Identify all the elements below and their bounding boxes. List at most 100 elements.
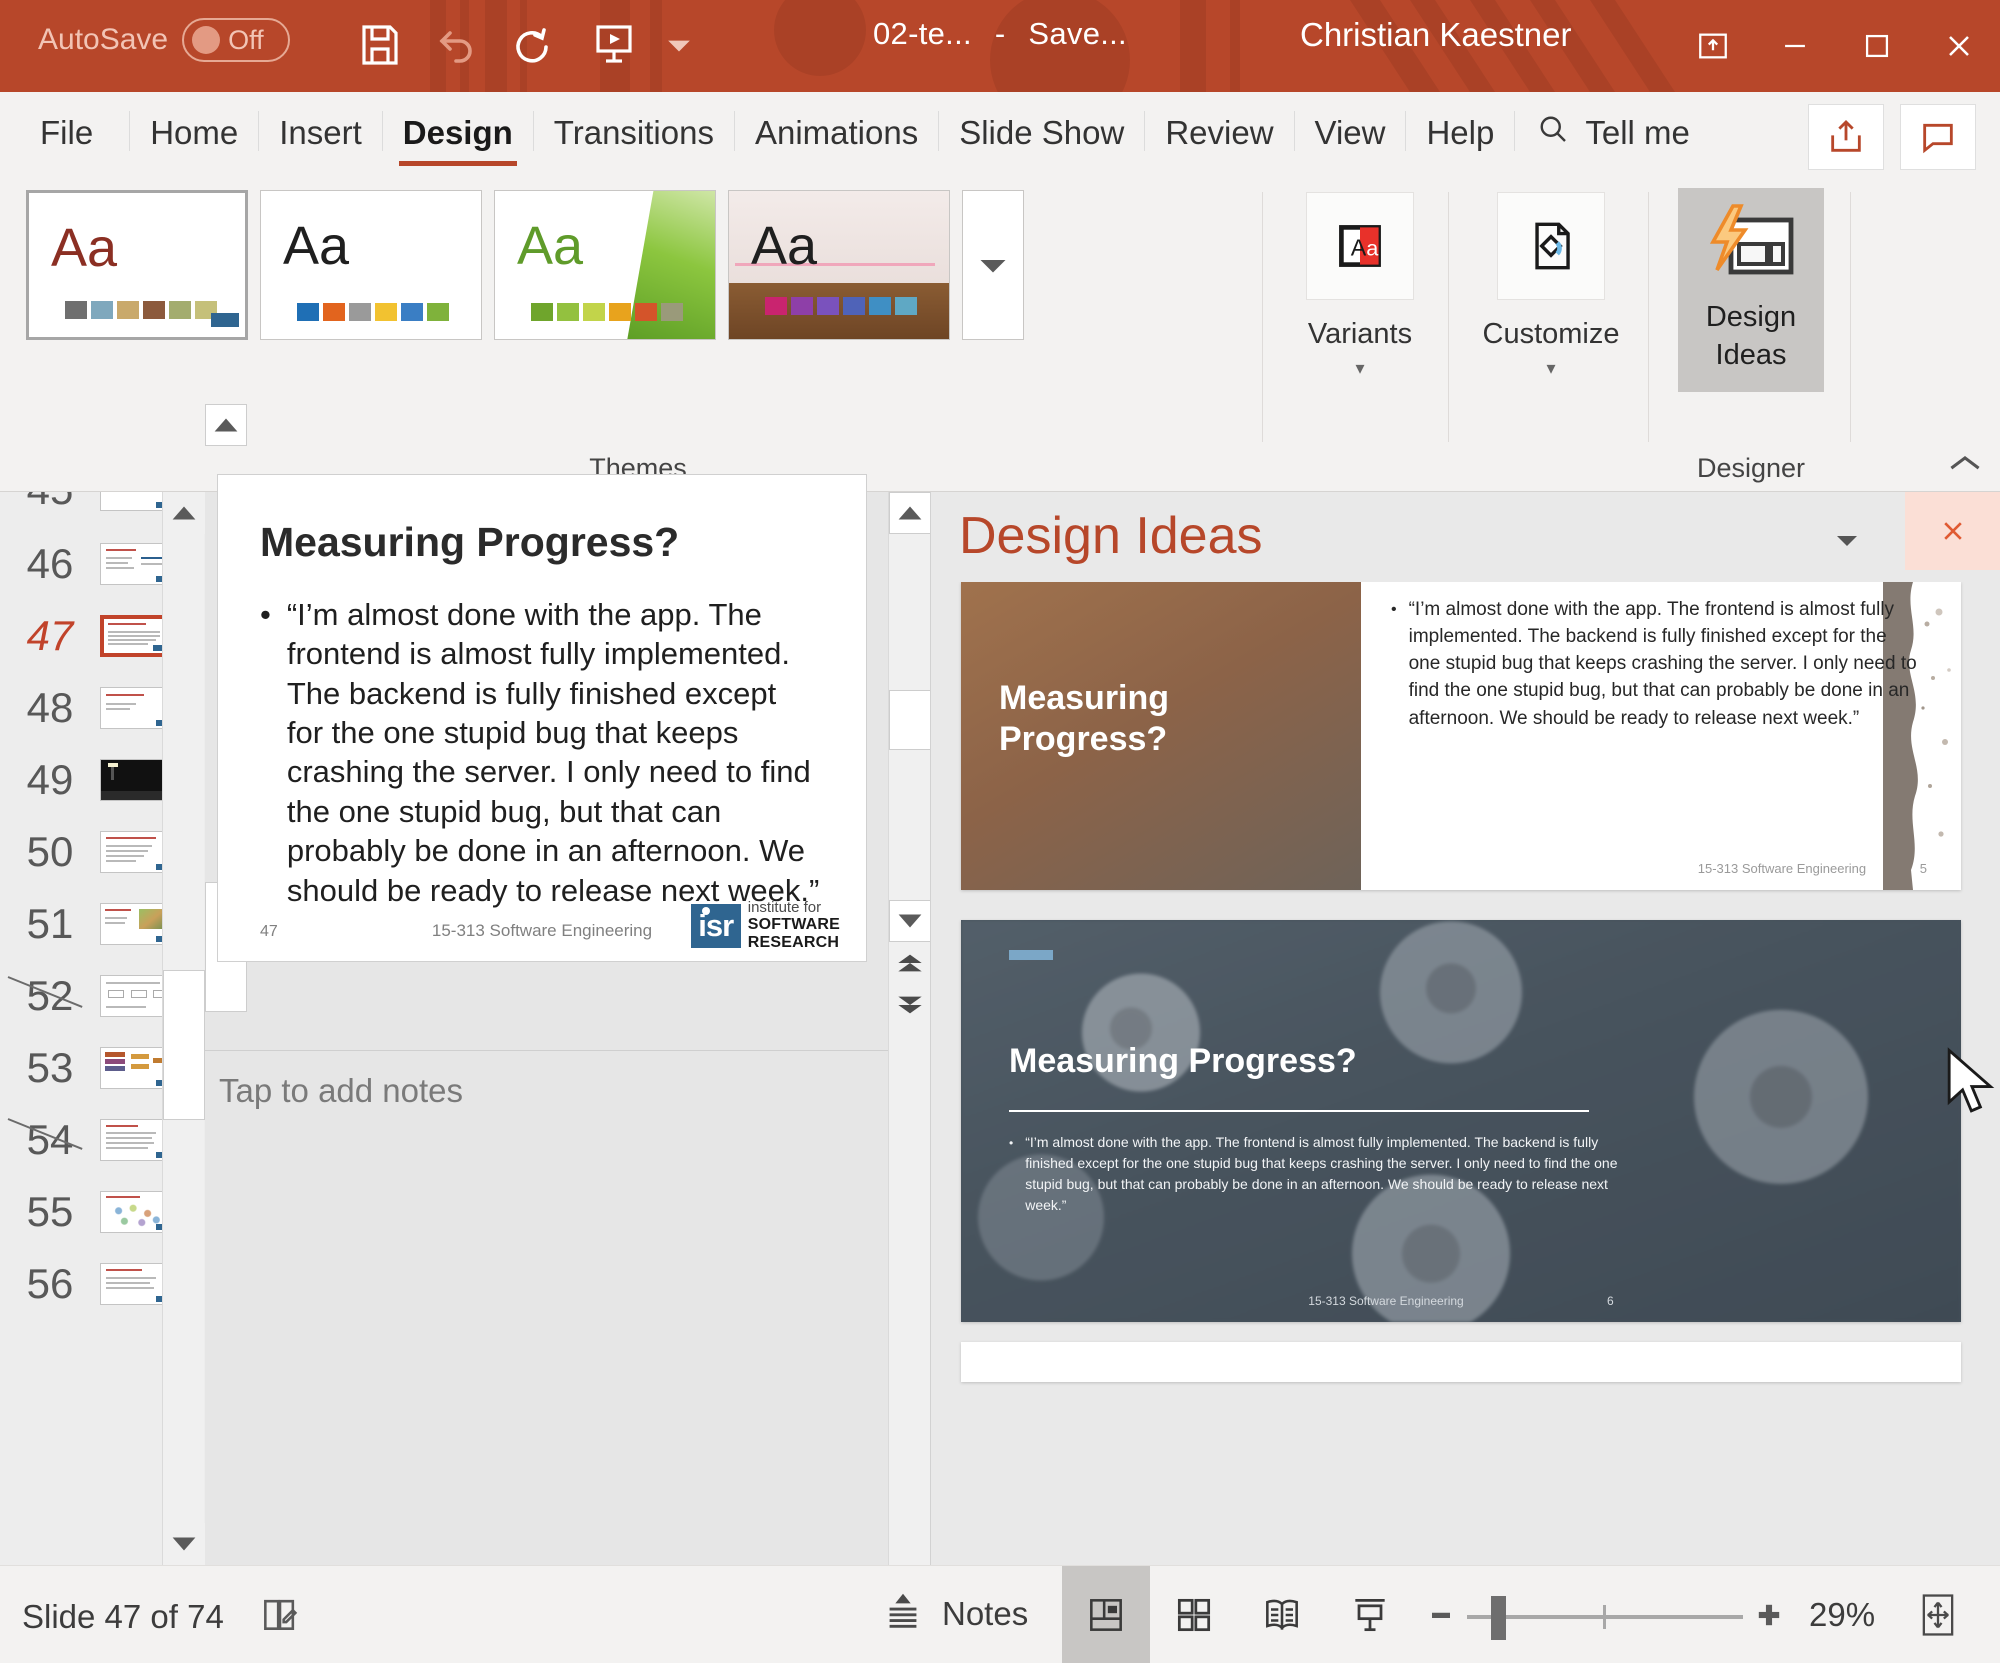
svg-text:A: A: [1351, 234, 1367, 260]
zoom-slider-handle[interactable]: [1491, 1596, 1506, 1640]
thumbnail-number: 51: [26, 899, 74, 947]
tab-design[interactable]: Design: [383, 96, 533, 170]
design-ideas-icon: [1701, 202, 1801, 299]
notes-icon: [880, 1588, 926, 1639]
comments-icon[interactable]: [1900, 104, 1976, 170]
design-idea-card-2[interactable]: Measuring Progress? • “I’m almost done w…: [961, 920, 1961, 1322]
theme-gallery-more-button[interactable]: [962, 190, 1024, 340]
notes-placeholder[interactable]: Tap to add notes: [219, 1072, 463, 1110]
ribbon-group-divider: [1262, 192, 1263, 442]
theme-thumbnail-3[interactable]: Aa: [494, 190, 716, 340]
slide-canvas: Measuring Progress? • “I’m almost done w…: [217, 474, 867, 1547]
user-name: Christian Kaestner: [1300, 16, 1572, 53]
zoom-out-button[interactable]: [1415, 1566, 1467, 1663]
zoom-slider-midpoint: [1603, 1605, 1606, 1629]
tab-home[interactable]: Home: [130, 96, 258, 170]
tab-help[interactable]: Help: [1406, 96, 1514, 170]
slide-title[interactable]: Measuring Progress?: [260, 519, 679, 566]
edit-scrollbar-up-button[interactable]: [889, 492, 931, 534]
maximize-button[interactable]: [1836, 0, 1918, 92]
tab-transitions[interactable]: Transitions: [534, 96, 734, 170]
design-idea-2-footer-number: 6: [1607, 1294, 1614, 1308]
previous-slide-button[interactable]: [889, 942, 931, 984]
design-idea-2-footer: 15-313 Software Engineering 6: [961, 1294, 1961, 1308]
customize-button[interactable]: Customize ▾: [1482, 192, 1620, 379]
ribbon-design-tab: Aa Aa Aa Aa Themes A a Variants ▾ Custom…: [0, 170, 2000, 492]
bullet-marker: •: [1391, 601, 1397, 618]
theme-thumbnail-1[interactable]: Aa: [26, 190, 248, 340]
customize-label: Customize: [1482, 318, 1620, 350]
thumbnail-scrollbar[interactable]: [162, 492, 205, 1565]
fit-slide-icon[interactable]: [1898, 1566, 1978, 1663]
edit-scrollbar-thumb[interactable]: [889, 690, 931, 750]
design-idea-2-rule: [1009, 1110, 1589, 1112]
theme-color-swatches: [531, 303, 683, 321]
isr-line-3: RESEARCH: [747, 933, 840, 951]
theme-sample-text: Aa: [751, 216, 818, 276]
edit-scrollbar-down-button[interactable]: [889, 900, 931, 942]
slide-body-text[interactable]: • “I’m almost done with the app. The fro…: [260, 595, 820, 910]
close-icon[interactable]: [1905, 492, 2000, 570]
zoom-level[interactable]: 29%: [1795, 1596, 1875, 1634]
thumbnail-number: 56: [26, 1259, 74, 1307]
design-idea-2-body-text: “I’m almost done with the app. The front…: [1025, 1134, 1618, 1213]
theme-gallery: Aa Aa Aa Aa: [26, 190, 1024, 340]
tab-insert[interactable]: Insert: [259, 96, 382, 170]
design-idea-2-title: Measuring Progress?: [1009, 1042, 1357, 1080]
slide-thumbnail-pane[interactable]: 45 46 47: [0, 492, 205, 1565]
chevron-down-icon[interactable]: [1833, 526, 1861, 560]
thumbnail-number: 50: [26, 827, 74, 875]
design-idea-card-1[interactable]: Measuring Progress? • “I’m almost done w…: [961, 582, 1961, 890]
edit-scroll-up-button[interactable]: [205, 404, 247, 446]
share-icon[interactable]: [1808, 104, 1884, 170]
thumbnail-scroll-up-button[interactable]: [163, 492, 205, 534]
chevron-down-icon[interactable]: ▾: [1355, 358, 1364, 379]
zoom-slider[interactable]: [1467, 1566, 1743, 1663]
chevron-down-icon[interactable]: ▾: [1546, 358, 1555, 379]
ribbon-display-options-icon[interactable]: [1672, 0, 1754, 92]
collapse-ribbon-icon[interactable]: [1948, 450, 1982, 481]
notes-page-icon[interactable]: [258, 1592, 302, 1641]
slideshow-view-button[interactable]: [1326, 1566, 1414, 1663]
design-ideas-button[interactable]: Design Ideas: [1678, 188, 1824, 393]
tab-animations[interactable]: Animations: [735, 96, 938, 170]
next-slide-button[interactable]: [889, 984, 931, 1026]
ribbon-group-themes: Aa Aa Aa Aa Themes: [18, 170, 1258, 492]
ribbon-group-divider: [1448, 192, 1449, 442]
tab-file[interactable]: File: [0, 96, 129, 170]
slide-sorter-view-button[interactable]: [1150, 1566, 1238, 1663]
theme-thumbnail-2[interactable]: Aa: [260, 190, 482, 340]
ribbon-group-divider: [1648, 192, 1649, 442]
tab-review[interactable]: Review: [1145, 96, 1293, 170]
isr-logo-mark: isr: [690, 903, 741, 948]
title-bar: AutoSave Off 02-te... - Save... Christia…: [0, 0, 2000, 92]
zoom-in-button[interactable]: [1743, 1566, 1795, 1663]
notes-button[interactable]: Notes: [880, 1588, 1028, 1639]
tell-me-label: Tell me: [1585, 114, 1690, 151]
normal-view-button[interactable]: [1062, 1566, 1150, 1663]
thumbnail-scroll-down-button[interactable]: [163, 1523, 205, 1565]
minimize-button[interactable]: [1754, 0, 1836, 92]
slide-counter[interactable]: Slide 47 of 74: [22, 1598, 224, 1636]
view-buttons: [1062, 1566, 1414, 1663]
isr-line-1: institute for: [747, 899, 822, 917]
design-idea-card-3-partial[interactable]: [961, 1342, 1961, 1382]
close-button[interactable]: [1918, 0, 2000, 92]
design-ideas-list[interactable]: Measuring Progress? • “I’m almost done w…: [931, 582, 2000, 1565]
powerpoint-window: AutoSave Off 02-te... - Save... Christia…: [0, 0, 2000, 1663]
mouse-cursor: [1947, 1047, 1995, 1113]
tab-slide-show[interactable]: Slide Show: [939, 96, 1144, 170]
design-idea-1-footer: 15-313 Software Engineering 5: [1698, 861, 1927, 876]
thumbnail-number: 47: [26, 611, 74, 659]
design-idea-1-footer-course: 15-313 Software Engineering: [1697, 861, 1867, 876]
customize-icon: [1497, 192, 1605, 300]
tab-view[interactable]: View: [1295, 96, 1406, 170]
variants-button[interactable]: A a Variants ▾: [1294, 192, 1426, 379]
design-ideas-pane-title: Design Ideas: [959, 507, 1263, 565]
current-slide[interactable]: Measuring Progress? • “I’m almost done w…: [217, 474, 867, 962]
tell-me-search[interactable]: Tell me: [1515, 96, 1710, 170]
thumbnail-scrollbar-thumb[interactable]: [163, 970, 205, 1120]
theme-thumbnail-4[interactable]: Aa: [728, 190, 950, 340]
editing-pane-scrollbar[interactable]: [888, 492, 931, 1565]
reading-view-button[interactable]: [1238, 1566, 1326, 1663]
